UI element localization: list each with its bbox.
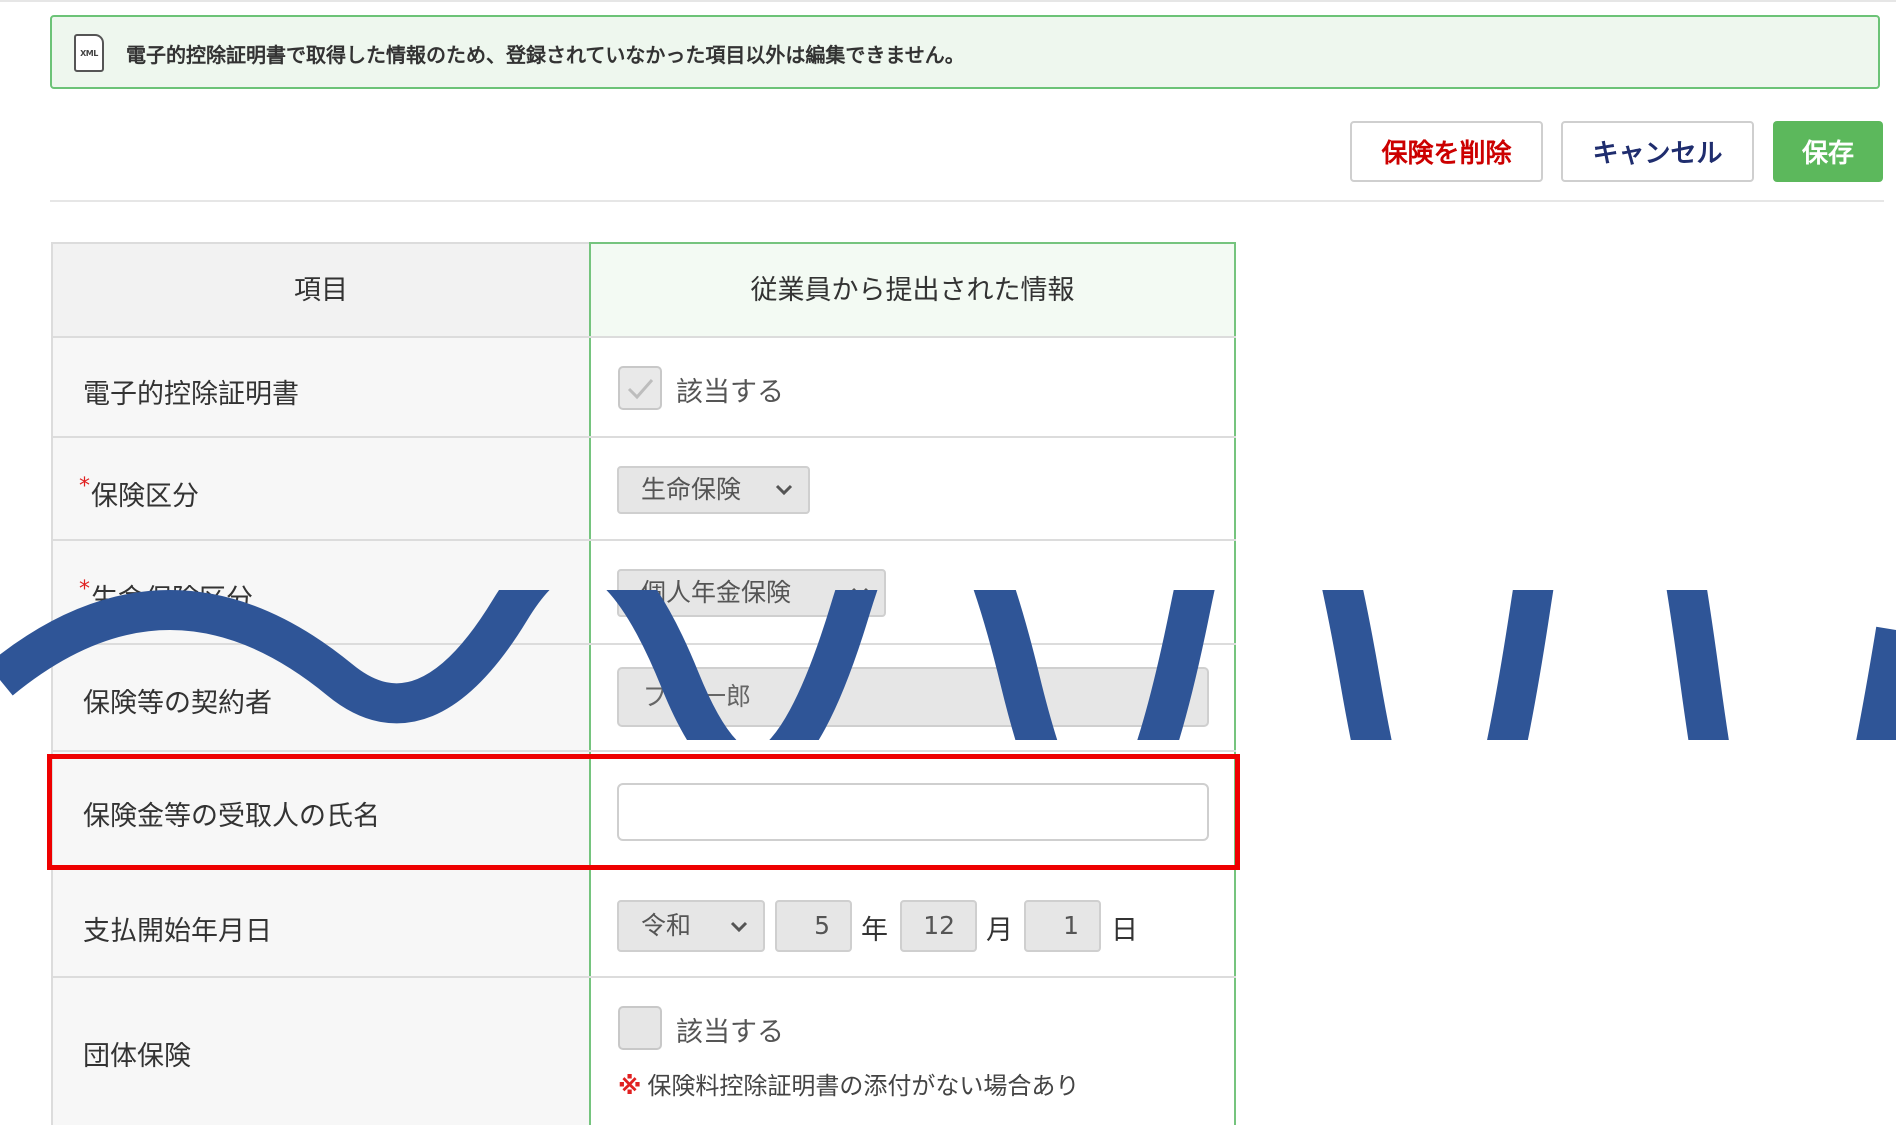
- omission-wave: [0, 590, 1896, 740]
- header-cell-item: 項目: [51, 242, 589, 337]
- header-info-label: 従業員から提出された情報: [750, 275, 1075, 306]
- day-input[interactable]: 1: [1024, 900, 1101, 952]
- month-input[interactable]: 12: [900, 900, 977, 952]
- chevron-down-icon: [730, 921, 748, 933]
- xml-file-icon: XML: [74, 34, 104, 72]
- row-label-cell: 支払開始年月日: [51, 869, 589, 977]
- era-select[interactable]: 令和: [617, 900, 765, 952]
- month-unit: 月: [986, 915, 1013, 946]
- save-button[interactable]: 保存: [1773, 121, 1883, 182]
- row-label-cell: *保険区分: [51, 438, 589, 540]
- group-insurance-note: ※ 保険料控除証明書の添付がない場合あり: [618, 1072, 1080, 1100]
- row-label-cell: 団体保険: [51, 978, 589, 1125]
- row-label-cell: 電子的控除証明書: [51, 338, 589, 437]
- row-value-cell: 生命保険: [589, 438, 1236, 540]
- row-label-group-insurance: 団体保険: [83, 1041, 191, 1072]
- info-banner: XML 電子的控除証明書で取得した情報のため、登録されていなかった項目以外は編集…: [50, 15, 1880, 89]
- row-label-electronic-cert: 電子的控除証明書: [83, 379, 299, 410]
- omission-wave-line: [0, 590, 1896, 740]
- row-label-payment-start: 支払開始年月日: [83, 916, 272, 947]
- insurance-type-select[interactable]: 生命保険: [617, 466, 810, 514]
- row-value-cell: 令和 5 年 12 月 1 日: [589, 869, 1236, 977]
- top-divider: [0, 0, 1896, 2]
- note-mark: ※: [618, 1072, 642, 1100]
- row-value-cell: 該当する: [589, 338, 1236, 437]
- electronic-cert-checkbox[interactable]: [618, 366, 662, 410]
- group-insurance-checkbox[interactable]: [618, 1006, 662, 1050]
- delete-insurance-button[interactable]: 保険を削除: [1350, 121, 1543, 182]
- year-input[interactable]: 5: [775, 900, 852, 952]
- year-unit: 年: [861, 915, 888, 946]
- toolbar-divider: [50, 200, 1884, 202]
- row-label-insurance-type: *保険区分: [79, 474, 199, 512]
- highlight-frame: [47, 754, 1240, 870]
- row-value-cell: 該当する ※ 保険料控除証明書の添付がない場合あり: [589, 978, 1236, 1125]
- electronic-cert-checkbox-label: 該当する: [676, 377, 784, 408]
- chevron-down-icon: [775, 484, 793, 496]
- required-mark: *: [79, 474, 90, 499]
- group-insurance-checkbox-label: 該当する: [676, 1017, 784, 1048]
- cancel-button[interactable]: キャンセル: [1561, 121, 1754, 182]
- header-item-label: 項目: [294, 275, 348, 306]
- checkmark-icon: [627, 379, 654, 400]
- header-cell-info: 従業員から提出された情報: [589, 242, 1236, 337]
- info-banner-message: 電子的控除証明書で取得した情報のため、登録されていなかった項目以外は編集できませ…: [126, 43, 965, 67]
- day-unit: 日: [1111, 915, 1138, 946]
